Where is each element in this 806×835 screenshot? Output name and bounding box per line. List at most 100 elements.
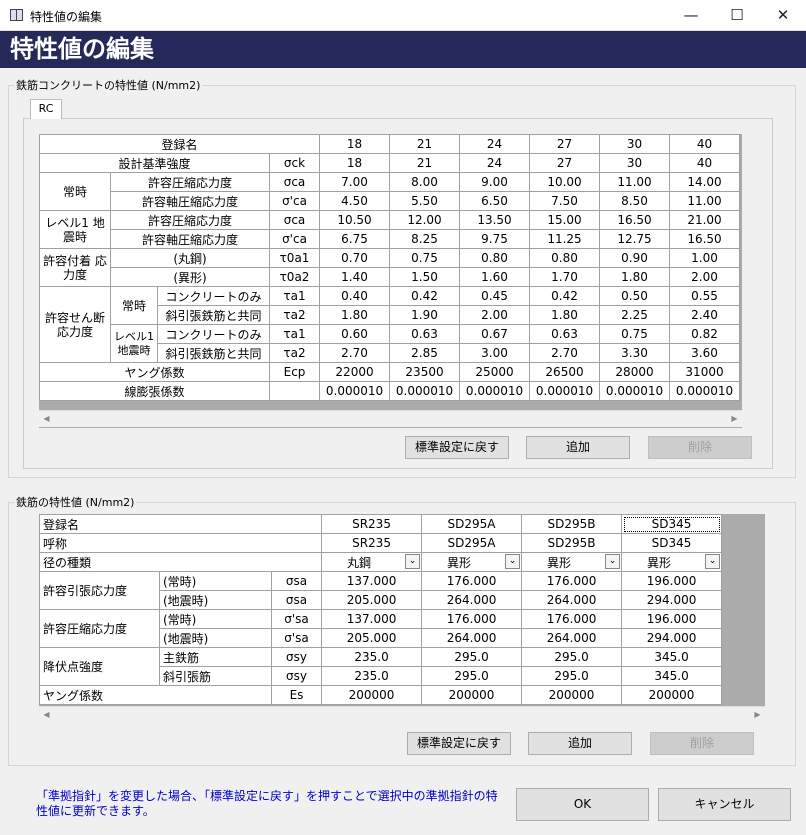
table-cell[interactable]: 1.50 — [389, 267, 461, 287]
minimize-button[interactable]: — — [668, 0, 714, 31]
close-button[interactable]: ✕ — [760, 0, 806, 31]
scroll-left-icon[interactable]: ◀ — [39, 707, 54, 723]
table-cell[interactable]: 2.00 — [459, 305, 531, 325]
table-cell[interactable]: 0.42 — [529, 286, 601, 306]
table-cell[interactable]: 196.000 — [621, 571, 723, 591]
table-cell[interactable]: 294.000 — [621, 590, 723, 610]
table-cell[interactable]: 28000 — [599, 362, 671, 382]
table-cell[interactable]: 21.00 — [669, 210, 741, 230]
table-cell[interactable]: 137.000 — [321, 609, 423, 629]
table-cell[interactable]: 0.42 — [389, 286, 461, 306]
table-cell[interactable]: 137.000 — [321, 571, 423, 591]
table-cell[interactable]: 6.50 — [459, 191, 531, 211]
table-cell[interactable]: 0.000010 — [319, 381, 391, 401]
table-cell[interactable]: 12.75 — [599, 229, 671, 249]
ok-button[interactable]: OK — [516, 788, 649, 821]
table-cell[interactable]: 15.00 — [529, 210, 601, 230]
table-cell[interactable]: 14.00 — [669, 172, 741, 192]
table-cell[interactable]: 1.80 — [319, 305, 391, 325]
tab-rc[interactable]: RC — [30, 99, 62, 119]
table-cell[interactable]: 1.70 — [529, 267, 601, 287]
table-cell[interactable]: 0.40 — [319, 286, 391, 306]
table-cell[interactable]: 8.50 — [599, 191, 671, 211]
table-cell[interactable]: 2.85 — [389, 343, 461, 363]
table-cell[interactable]: 264.000 — [521, 628, 623, 648]
table-cell[interactable]: 0.75 — [599, 324, 671, 344]
table-cell[interactable]: 12.00 — [389, 210, 461, 230]
rc-horizontal-scrollbar[interactable]: ◀ ▶ — [39, 410, 742, 427]
table-cell[interactable]: 8.25 — [389, 229, 461, 249]
rc-reset-button[interactable]: 標準設定に戻す — [405, 436, 509, 459]
table-cell[interactable]: 200000 — [621, 685, 723, 705]
table-cell[interactable]: 295.0 — [421, 666, 523, 686]
table-cell[interactable]: 2.00 — [669, 267, 741, 287]
table-cell[interactable]: 200000 — [521, 685, 623, 705]
table-cell[interactable]: 176.000 — [521, 571, 623, 591]
table-cell[interactable]: 205.000 — [321, 628, 423, 648]
rebar-delete-button[interactable]: 削除 — [650, 732, 754, 755]
table-cell[interactable]: 9.75 — [459, 229, 531, 249]
table-cell[interactable]: 27 — [529, 153, 601, 173]
table-cell[interactable]: 30 — [599, 134, 671, 154]
table-cell[interactable]: 1.90 — [389, 305, 461, 325]
table-cell[interactable]: 31000 — [669, 362, 741, 382]
table-cell[interactable]: 18 — [319, 134, 391, 154]
table-cell[interactable]: 22000 — [319, 362, 391, 382]
table-cell[interactable]: SD295A — [421, 514, 523, 534]
table-cell[interactable]: 0.60 — [319, 324, 391, 344]
table-cell[interactable]: 0.45 — [459, 286, 531, 306]
table-cell[interactable]: 26500 — [529, 362, 601, 382]
table-cell[interactable]: 0.000010 — [389, 381, 461, 401]
table-cell[interactable]: 11.00 — [599, 172, 671, 192]
table-cell[interactable]: 13.50 — [459, 210, 531, 230]
rebar-reset-button[interactable]: 標準設定に戻す — [407, 732, 511, 755]
table-cell[interactable]: 0.000010 — [669, 381, 741, 401]
rc-delete-button[interactable]: 削除 — [648, 436, 752, 459]
table-cell[interactable]: 21 — [389, 134, 461, 154]
rc-add-button[interactable]: 追加 — [526, 436, 630, 459]
table-cell[interactable]: 16.50 — [599, 210, 671, 230]
table-cell[interactable]: 200000 — [321, 685, 423, 705]
table-cell[interactable]: 30 — [599, 153, 671, 173]
table-cell[interactable]: 25000 — [459, 362, 531, 382]
table-cell[interactable]: 176.000 — [421, 609, 523, 629]
diameter-type-select[interactable]: 異形 ⌄ — [621, 552, 723, 572]
table-cell[interactable]: 294.000 — [621, 628, 723, 648]
table-cell[interactable]: 264.000 — [421, 628, 523, 648]
table-cell[interactable]: 5.50 — [389, 191, 461, 211]
table-cell[interactable]: 7.50 — [529, 191, 601, 211]
table-cell[interactable]: 6.75 — [319, 229, 391, 249]
table-cell[interactable]: 7.00 — [319, 172, 391, 192]
table-cell[interactable]: 0.50 — [599, 286, 671, 306]
table-cell[interactable]: 1.80 — [599, 267, 671, 287]
table-cell[interactable]: 200000 — [421, 685, 523, 705]
table-cell[interactable]: 27 — [529, 134, 601, 154]
table-cell[interactable]: 18 — [319, 153, 391, 173]
table-cell[interactable]: 264.000 — [521, 590, 623, 610]
table-cell[interactable]: 235.0 — [321, 647, 423, 667]
table-cell[interactable]: 176.000 — [521, 609, 623, 629]
table-cell[interactable]: 295.0 — [421, 647, 523, 667]
table-cell[interactable]: 2.70 — [529, 343, 601, 363]
table-cell[interactable]: 0.55 — [669, 286, 741, 306]
table-cell[interactable]: 295.0 — [521, 666, 623, 686]
table-cell[interactable]: 0.75 — [389, 248, 461, 268]
scroll-left-icon[interactable]: ◀ — [39, 411, 54, 427]
table-cell[interactable]: 9.00 — [459, 172, 531, 192]
table-cell[interactable]: 0.000010 — [529, 381, 601, 401]
table-cell[interactable]: 24 — [459, 134, 531, 154]
table-cell[interactable]: 176.000 — [421, 571, 523, 591]
diameter-type-select[interactable]: 丸鋼 ⌄ — [321, 552, 423, 572]
table-cell[interactable]: SD345 — [621, 533, 723, 553]
table-cell[interactable]: 0.63 — [389, 324, 461, 344]
table-cell[interactable]: 1.80 — [529, 305, 601, 325]
chevron-down-icon[interactable]: ⌄ — [505, 554, 521, 569]
table-cell[interactable]: 196.000 — [621, 609, 723, 629]
table-cell[interactable]: 0.67 — [459, 324, 531, 344]
table-cell[interactable]: 40 — [669, 153, 741, 173]
diameter-type-select[interactable]: 異形 ⌄ — [421, 552, 523, 572]
table-cell[interactable]: 0.63 — [529, 324, 601, 344]
diameter-type-select[interactable]: 異形 ⌄ — [521, 552, 623, 572]
table-cell[interactable]: 11.25 — [529, 229, 601, 249]
table-cell[interactable]: 3.60 — [669, 343, 741, 363]
